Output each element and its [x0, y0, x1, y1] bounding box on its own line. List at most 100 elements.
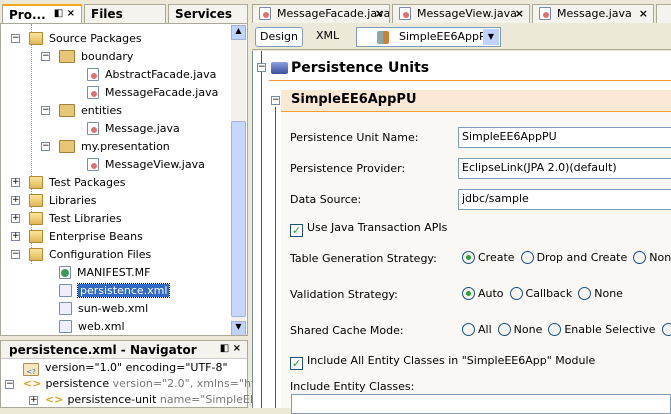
editor-tab[interactable]: MessageFacade.java × [252, 4, 390, 23]
radio-option[interactable]: None [578, 287, 623, 300]
project-tree: ▲ ▼ − Source Packages − boundary AbstractFac… [0, 23, 248, 336]
close-icon[interactable]: × [515, 7, 524, 20]
tree-item[interactable]: entities [59, 102, 122, 120]
close-icon[interactable]: ◧ × [54, 8, 75, 19]
radio-icon[interactable] [578, 287, 592, 300]
design-tab[interactable]: Design [255, 27, 303, 47]
collapse-toggle[interactable]: − [41, 142, 50, 151]
radio-option[interactable]: Di [661, 323, 671, 336]
checkbox-checked-icon[interactable]: ✓ [290, 357, 303, 370]
radio-icon[interactable] [462, 251, 475, 264]
radio-icon[interactable] [661, 323, 671, 336]
editor-tab[interactable]: MessageView.java × [392, 4, 530, 23]
cache-label: Shared Cache Mode: [290, 324, 404, 337]
tree-item[interactable]: AbstractFacade.java [87, 66, 216, 84]
radio-option[interactable]: Enable Selective [548, 323, 656, 336]
collapse-toggle[interactable]: − [11, 34, 20, 43]
close-icon[interactable]: × [375, 7, 384, 20]
collapse-toggle[interactable]: − [41, 106, 50, 115]
radio-label: Create [478, 251, 515, 264]
radio-label: Enable Selective [564, 323, 656, 336]
collapse-toggle[interactable]: − [41, 52, 50, 61]
expand-toggle[interactable]: + [11, 214, 20, 223]
datasource-input[interactable]: jdbc/sample [458, 189, 671, 210]
radio-option[interactable]: Callback [509, 287, 572, 300]
folder-icon [29, 32, 43, 45]
tab-files[interactable]: Files [84, 4, 166, 23]
section-title: Persistence Units [291, 60, 430, 76]
tree-item[interactable]: my.presentation [59, 138, 170, 156]
expand-toggle[interactable]: + [29, 396, 38, 405]
tab-projects[interactable]: Pro... ◧ × [2, 4, 82, 23]
editor-tab[interactable]: Message.java × [532, 4, 654, 23]
divider [269, 80, 671, 81]
tree-item-label: my.presentation [81, 140, 170, 153]
tab-services[interactable]: Services [168, 4, 248, 23]
tree-item-label: entities [81, 104, 122, 117]
close-icon[interactable]: ◧ × [220, 343, 241, 354]
tree-item[interactable]: Message.java [87, 120, 180, 138]
tree-item[interactable]: Libraries [29, 192, 97, 210]
tree-item[interactable]: MANIFEST.MF [59, 264, 150, 282]
scrollbar[interactable]: ▲ ▼ [231, 25, 246, 335]
radio-icon[interactable] [633, 251, 647, 264]
radio-icon[interactable] [509, 287, 523, 300]
tree-item-label: web.xml [78, 320, 125, 333]
tree-item[interactable]: Source Packages [29, 30, 142, 48]
navigator-row[interactable]: <? version="1.0" encoding="UTF-8" [23, 360, 228, 376]
expand-toggle[interactable]: + [11, 178, 20, 187]
editor-tab[interactable] [656, 4, 671, 23]
tree-item[interactable]: persistence.xml [59, 282, 171, 300]
collapse-toggle[interactable]: − [11, 250, 20, 259]
tree-item[interactable]: Configuration Files [29, 246, 151, 264]
expand-toggle[interactable]: + [11, 232, 20, 241]
tree-item[interactable]: MessageView.java [87, 156, 205, 174]
expand-toggle[interactable]: + [11, 196, 20, 205]
tree-item[interactable]: sun-web.xml [59, 300, 148, 318]
collapse-toggle[interactable]: − [5, 380, 14, 389]
tree-item[interactable]: MessageFacade.java [87, 84, 218, 102]
tree-item[interactable]: boundary [59, 48, 133, 66]
scroll-thumb[interactable] [231, 121, 246, 317]
unit-select[interactable]: SimpleEE6AppPU ▼ [356, 27, 501, 47]
radio-icon[interactable] [462, 323, 475, 336]
table-gen-radio-group: Create Drop and Create None [462, 251, 671, 264]
navigator-row[interactable]: <> persistence-unit name="SimpleEE6App [45, 392, 285, 408]
entity-classes-list[interactable] [291, 394, 671, 414]
radio-icon[interactable] [548, 323, 562, 336]
navigator-title: persistence.xml - Navigator [9, 343, 197, 357]
xml-tab[interactable]: XML [316, 27, 339, 47]
xml-file-icon [59, 320, 72, 333]
tree-item[interactable]: Test Libraries [29, 210, 122, 228]
navigator-row[interactable]: <> persistence version="2.0", xmlns="http… [23, 376, 281, 392]
radio-option[interactable]: Drop and Create [520, 251, 627, 264]
radio-icon[interactable] [497, 323, 511, 336]
scroll-down-arrow[interactable]: ▼ [231, 321, 246, 335]
validation-label: Validation Strategy: [290, 288, 398, 301]
table-gen-label: Table Generation Strategy: [290, 252, 437, 265]
close-icon[interactable]: × [639, 7, 648, 20]
chevron-down-icon[interactable]: ▼ [483, 29, 499, 45]
tree-item[interactable]: Test Packages [29, 174, 125, 192]
checkbox-checked-icon[interactable]: ✓ [290, 224, 303, 237]
radio-label: Auto [478, 287, 504, 300]
folder-icon [29, 248, 43, 261]
collapse-toggle[interactable]: − [271, 96, 280, 105]
radio-option[interactable]: None [633, 251, 671, 264]
radio-icon[interactable] [520, 251, 534, 264]
radio-option[interactable]: All [462, 323, 492, 336]
tree-item[interactable]: web.xml [59, 318, 125, 335]
provider-select[interactable]: EclipseLink(JPA 2.0)(default) [458, 158, 671, 179]
tree-item[interactable]: Enterprise Beans [29, 228, 143, 246]
persistence-unit-icon [377, 31, 389, 44]
tree-item-label: boundary [81, 50, 134, 63]
radio-option[interactable]: None [497, 323, 542, 336]
radio-option[interactable]: Auto [462, 287, 504, 300]
collapse-toggle[interactable]: − [257, 63, 266, 72]
scroll-up-arrow[interactable]: ▲ [231, 25, 246, 40]
include-all-checkbox[interactable]: ✓ Include All Entity Classes in "SimpleEE… [290, 354, 595, 370]
radio-icon[interactable] [462, 287, 475, 300]
radio-option[interactable]: Create [462, 251, 515, 264]
jta-checkbox[interactable]: ✓ Use Java Transaction APIs [290, 221, 447, 237]
unit-name-input[interactable]: SimpleEE6AppPU [458, 127, 671, 148]
